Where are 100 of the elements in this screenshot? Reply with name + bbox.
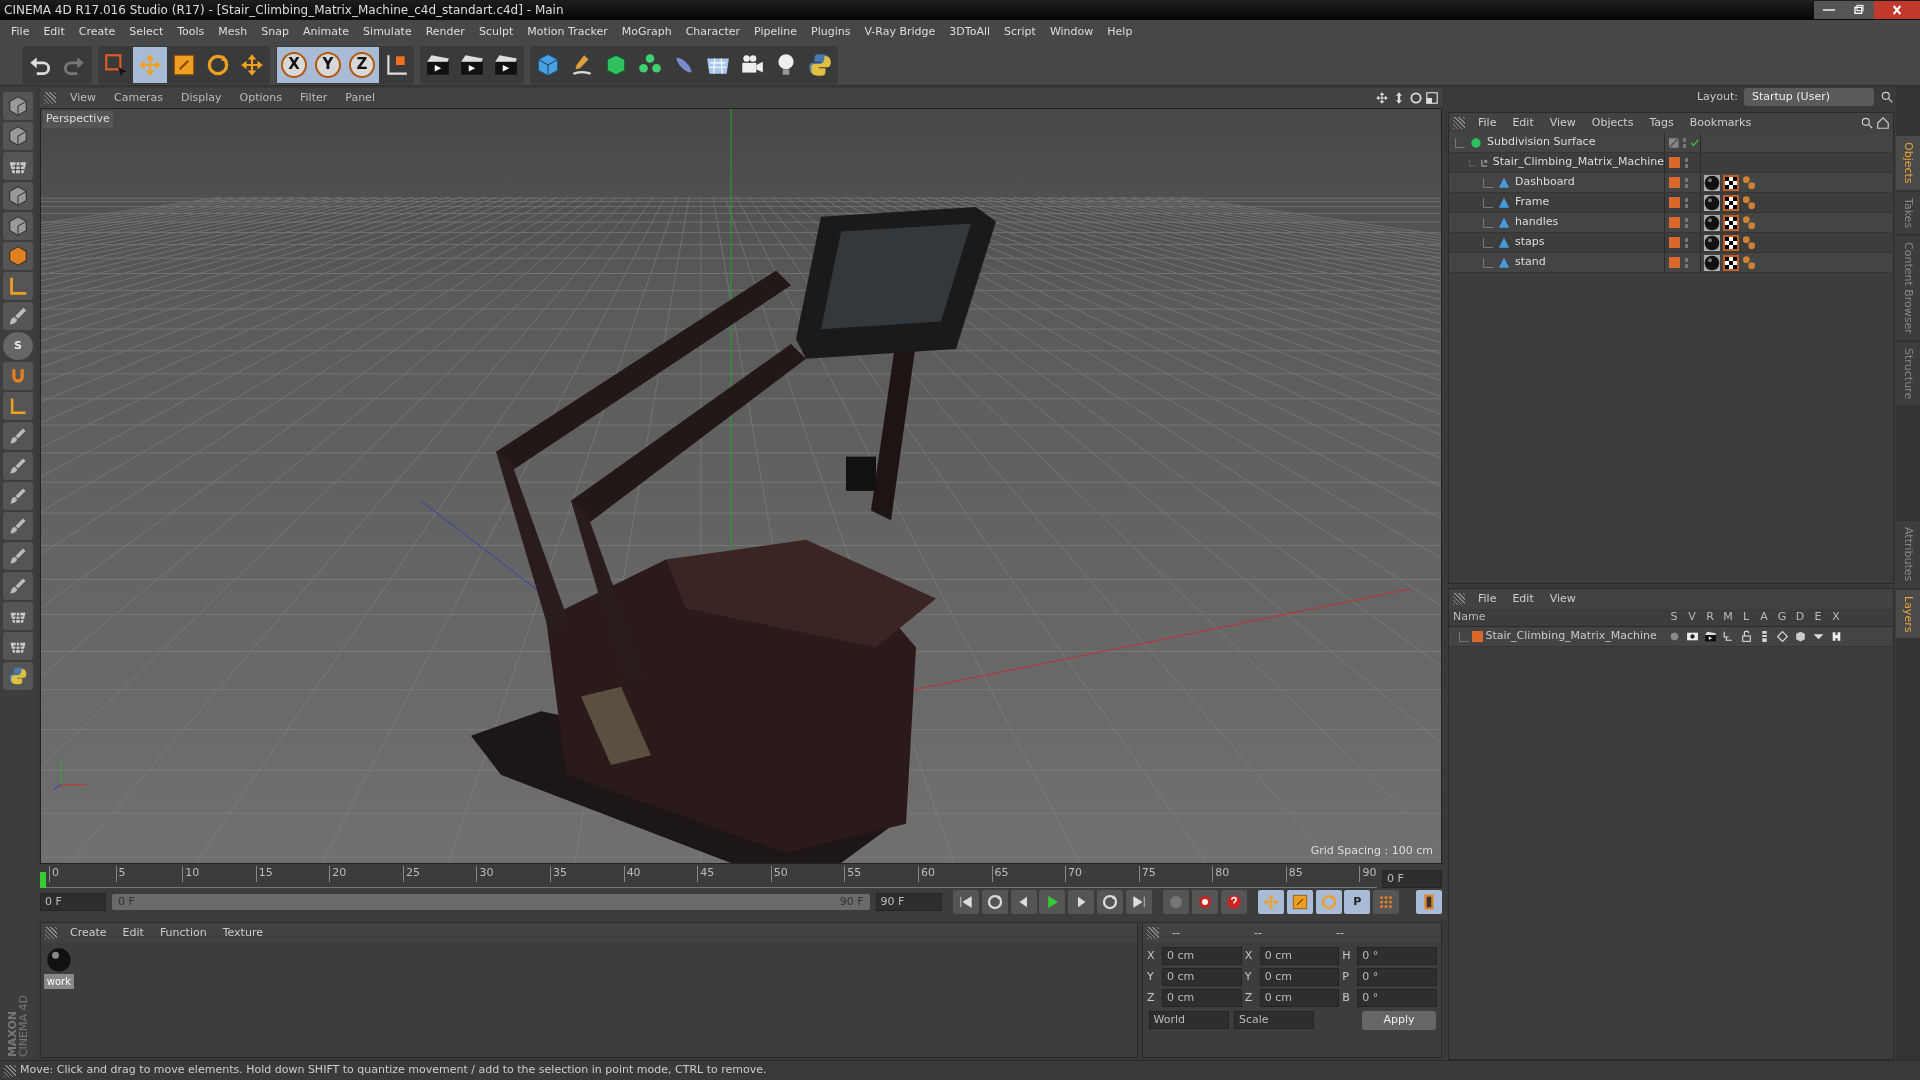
tweak-button[interactable]	[3, 302, 33, 330]
menu-item[interactable]: Tools	[170, 23, 212, 41]
material-menu-item[interactable]: Edit	[115, 924, 151, 942]
end-frame-field[interactable]: 90 F	[875, 893, 942, 911]
material-menu-item[interactable]: Texture	[215, 924, 270, 942]
side-tab[interactable]: Layers	[1896, 589, 1920, 638]
side-tab[interactable]: Objects	[1896, 136, 1920, 190]
visibility-dots[interactable]	[1682, 136, 1687, 149]
pull-brush-button[interactable]	[3, 452, 33, 480]
object-menu-item[interactable]: Tags	[1642, 114, 1681, 132]
menu-item[interactable]: Snap	[254, 23, 296, 41]
coordinate-space-dropdown[interactable]: World	[1148, 1011, 1229, 1030]
checker-texture-icon[interactable]	[1722, 174, 1739, 191]
material-sphere-icon[interactable]	[1703, 174, 1720, 191]
current-frame-field[interactable]: 0 F	[1382, 870, 1442, 888]
magnet-button[interactable]	[3, 362, 33, 390]
checker-texture-icon[interactable]	[1722, 194, 1739, 211]
axis-lock-button[interactable]: Z	[349, 51, 375, 78]
maximize-view-icon[interactable]	[1425, 91, 1440, 105]
rotation-field[interactable]: 0 °	[1357, 989, 1437, 1007]
position-field[interactable]: 0 cm	[1162, 968, 1242, 986]
material-menu-item[interactable]: Create	[63, 924, 114, 942]
size-field[interactable]: 0 cm	[1259, 968, 1340, 986]
inflate-brush-button[interactable]	[3, 512, 33, 540]
sculpt-tool-button[interactable]: S	[3, 332, 33, 360]
viewport-menu-item[interactable]: Options	[231, 89, 290, 107]
material-sphere-icon[interactable]	[1703, 254, 1720, 271]
object-name[interactable]: Stair_Climbing_Matrix_Machine	[1492, 154, 1664, 171]
material-sphere-icon[interactable]	[1703, 234, 1720, 251]
edges-mode-button[interactable]	[3, 212, 33, 240]
restore-button[interactable]	[1844, 1, 1874, 19]
timeline-button[interactable]	[1416, 890, 1442, 914]
smooth-brush-button[interactable]	[3, 422, 33, 450]
object-menu-item[interactable]: File	[1471, 114, 1504, 132]
menu-item[interactable]: Motion Tracker	[520, 23, 615, 41]
menu-item[interactable]: Plugins	[804, 23, 858, 41]
layer-menu-item[interactable]: File	[1471, 590, 1504, 608]
menu-item[interactable]: Sculpt	[471, 23, 521, 41]
transform-mode-dropdown[interactable]: Scale	[1234, 1011, 1314, 1030]
clapboard-icon[interactable]	[1703, 630, 1717, 643]
menu-item[interactable]: Window	[1042, 23, 1101, 41]
menu-item[interactable]: Render	[418, 23, 472, 41]
key-scale-button[interactable]	[1286, 890, 1313, 914]
menu-item[interactable]: Script	[997, 23, 1043, 41]
menu-item[interactable]: Character	[678, 23, 747, 41]
polygons-mode-button[interactable]	[3, 242, 33, 270]
layer-menu-item[interactable]: View	[1542, 590, 1583, 608]
viewport-menu-item[interactable]: Filter	[292, 89, 336, 107]
visibility-dots[interactable]	[1684, 256, 1689, 269]
grab-brush-button[interactable]	[3, 482, 33, 510]
viewport-menu-item[interactable]: View	[62, 89, 105, 107]
material-sphere-icon[interactable]	[1703, 194, 1720, 211]
phong-tag-icon[interactable]	[1741, 234, 1758, 251]
position-field[interactable]: 0 cm	[1162, 947, 1242, 965]
material-sphere-icon[interactable]	[1703, 214, 1720, 231]
move-view-icon[interactable]	[1375, 91, 1389, 105]
material-menu-item[interactable]: Function	[152, 924, 214, 942]
menu-item[interactable]: Select	[122, 23, 171, 41]
layer-swatch[interactable]	[1669, 197, 1680, 208]
search-icon[interactable]	[1859, 116, 1874, 130]
move-button[interactable]	[133, 46, 167, 83]
layer-menu-item[interactable]: Edit	[1505, 590, 1541, 608]
search-icon[interactable]	[1880, 90, 1894, 104]
object-menu-item[interactable]: View	[1542, 114, 1583, 132]
layout-dropdown[interactable]: Startup (User)	[1744, 87, 1874, 107]
viewport-menu-item[interactable]: Panel	[337, 89, 383, 107]
viewport-menu-item[interactable]: Display	[173, 89, 230, 107]
object-name[interactable]: Frame	[1515, 194, 1550, 211]
help-key-button[interactable]	[1220, 890, 1247, 914]
checker-texture-icon[interactable]	[1722, 234, 1739, 251]
axis-mode-button[interactable]	[3, 272, 33, 300]
phong-tag-icon[interactable]	[1741, 194, 1758, 211]
python-script-button[interactable]	[3, 662, 33, 690]
visibility-dots[interactable]	[1684, 176, 1689, 189]
go-to-start-button[interactable]	[953, 890, 979, 914]
workplane-button[interactable]	[3, 152, 33, 180]
checker-texture-icon[interactable]	[1722, 254, 1739, 271]
previous-key-button[interactable]	[1010, 890, 1037, 914]
deformer-icon[interactable]	[1793, 630, 1807, 643]
checker-texture-icon[interactable]	[1722, 214, 1739, 231]
menu-item[interactable]: Simulate	[356, 23, 419, 41]
key-rotation-button[interactable]	[1315, 890, 1342, 914]
visibility-dots[interactable]	[1684, 196, 1689, 209]
start-frame-field[interactable]: 0 F	[40, 893, 106, 911]
key-point-level-button[interactable]	[1373, 890, 1399, 914]
visibility-dots[interactable]	[1684, 216, 1689, 229]
rotation-field[interactable]: 0 °	[1357, 968, 1437, 986]
key-parameter-button[interactable]: P	[1344, 890, 1371, 914]
apply-button[interactable]: Apply	[1362, 1011, 1436, 1030]
visibility-dots[interactable]	[1684, 156, 1689, 169]
playhead-marker[interactable]	[40, 872, 46, 888]
menu-item[interactable]: Edit	[36, 23, 72, 41]
visibility-dots[interactable]	[1684, 236, 1689, 249]
pinch-brush-button[interactable]	[3, 572, 33, 600]
object-name[interactable]: staps	[1515, 234, 1545, 251]
snap-axis-button[interactable]	[3, 392, 33, 420]
menu-item[interactable]: V-Ray Bridge	[857, 23, 943, 41]
generator-icon[interactable]	[1775, 630, 1789, 643]
flatten-brush-button[interactable]	[3, 542, 33, 570]
menu-item[interactable]: MoGraph	[614, 23, 679, 41]
